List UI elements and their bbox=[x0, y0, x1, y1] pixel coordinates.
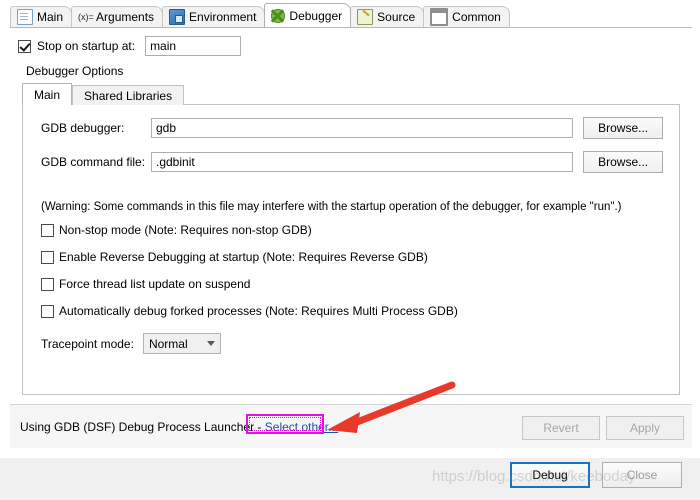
annotation-highlight-box bbox=[246, 414, 324, 434]
auto-debug-forked-checkbox[interactable] bbox=[41, 304, 54, 318]
tab-environment[interactable]: Environment bbox=[162, 6, 266, 27]
inner-tab-main-label: Main bbox=[34, 88, 61, 102]
gdb-debugger-browse-button[interactable]: Browse... bbox=[583, 117, 663, 139]
gdb-command-file-warning: (Warning: Some commands in this file may… bbox=[41, 201, 622, 213]
stop-on-startup-checkbox[interactable] bbox=[18, 39, 31, 53]
reverse-debugging-checkbox[interactable] bbox=[41, 250, 54, 264]
tracepoint-mode-label: Tracepoint mode: bbox=[41, 336, 134, 351]
auto-debug-forked-row: Automatically debug forked processes (No… bbox=[41, 304, 458, 318]
tab-arguments-label: Arguments bbox=[96, 10, 155, 24]
gdb-command-file-row: GDB command file: Browse... bbox=[41, 151, 663, 173]
tab-main[interactable]: Main bbox=[10, 6, 73, 27]
debugger-options-group-title: Debugger Options bbox=[26, 64, 124, 78]
tracepoint-mode-select[interactable]: Normal bbox=[142, 333, 221, 354]
gdb-command-file-browse-button[interactable]: Browse... bbox=[583, 151, 663, 173]
configuration-tab-strip: Main (x)= Arguments Environment Debugger… bbox=[10, 3, 692, 28]
tab-environment-label: Environment bbox=[189, 10, 257, 24]
stop-on-startup-row: Stop on startup at: bbox=[18, 36, 242, 56]
inner-tab-shared-libraries-label: Shared Libraries bbox=[84, 89, 173, 103]
force-thread-list-update-row: Force thread list update on suspend bbox=[41, 277, 250, 291]
force-thread-list-update-label: Force thread list update on suspend bbox=[59, 277, 251, 291]
gdb-debugger-input[interactable] bbox=[151, 118, 574, 138]
revert-button[interactable]: Revert bbox=[522, 416, 600, 440]
force-thread-list-update-checkbox[interactable] bbox=[41, 277, 54, 291]
tab-debugger-label: Debugger bbox=[289, 8, 343, 23]
inner-tab-shared-libraries[interactable]: Shared Libraries bbox=[72, 85, 185, 105]
gdb-command-file-label: GDB command file: bbox=[41, 155, 146, 169]
gdb-debugger-row: GDB debugger: Browse... bbox=[41, 117, 663, 139]
non-stop-mode-label: Non-stop mode (Note: Requires non-stop G… bbox=[59, 223, 312, 237]
non-stop-mode-checkbox[interactable] bbox=[41, 223, 54, 237]
reverse-debugging-label: Enable Reverse Debugging at startup (Not… bbox=[59, 250, 428, 264]
tab-arguments[interactable]: (x)= Arguments bbox=[71, 6, 164, 27]
variable-icon: (x)= bbox=[78, 12, 94, 22]
tab-debugger[interactable]: Debugger bbox=[264, 3, 352, 27]
inner-tab-main[interactable]: Main bbox=[22, 83, 73, 105]
tab-source[interactable]: Source bbox=[350, 6, 425, 27]
debugger-options-folder: Main Shared Libraries GDB debugger: Brow… bbox=[22, 83, 680, 395]
common-icon bbox=[430, 8, 449, 26]
chevron-down-icon bbox=[206, 341, 215, 346]
launcher-footer: Using GDB (DSF) Debug Process Launcher -… bbox=[10, 404, 692, 448]
environment-icon bbox=[169, 9, 186, 25]
auto-debug-forked-label: Automatically debug forked processes (No… bbox=[59, 304, 458, 318]
bug-icon bbox=[271, 8, 286, 23]
gdb-command-file-input[interactable] bbox=[151, 152, 574, 172]
document-icon bbox=[17, 9, 33, 25]
footer-buttons: Revert Apply bbox=[522, 416, 684, 440]
tab-source-label: Source bbox=[377, 10, 416, 24]
tab-common[interactable]: Common bbox=[423, 6, 510, 27]
debugger-options-main-panel: GDB debugger: Browse... GDB command file… bbox=[22, 104, 680, 395]
launcher-status-text: Using GDB (DSF) Debug Process Launcher - bbox=[20, 420, 265, 434]
non-stop-mode-row: Non-stop mode (Note: Requires non-stop G… bbox=[41, 223, 312, 237]
tracepoint-mode-row: Tracepoint mode: Normal bbox=[41, 333, 221, 354]
watermark-text: https://blog.csdn.net/keeboday bbox=[432, 468, 636, 485]
tab-main-label: Main bbox=[37, 10, 64, 24]
source-icon bbox=[357, 9, 374, 25]
debugger-options-tab-strip: Main Shared Libraries bbox=[22, 83, 680, 105]
stop-on-startup-label: Stop on startup at: bbox=[37, 39, 136, 53]
gdb-debugger-label: GDB debugger: bbox=[41, 121, 125, 135]
tab-common-label: Common bbox=[452, 10, 501, 24]
debug-configuration-dialog: Main (x)= Arguments Environment Debugger… bbox=[0, 0, 700, 458]
stop-on-startup-input[interactable] bbox=[145, 36, 242, 56]
tracepoint-mode-value: Normal bbox=[148, 336, 188, 351]
debugger-tab-content: Stop on startup at: Debugger Options Mai… bbox=[10, 28, 692, 400]
reverse-debugging-row: Enable Reverse Debugging at startup (Not… bbox=[41, 250, 428, 264]
apply-button[interactable]: Apply bbox=[606, 416, 684, 440]
